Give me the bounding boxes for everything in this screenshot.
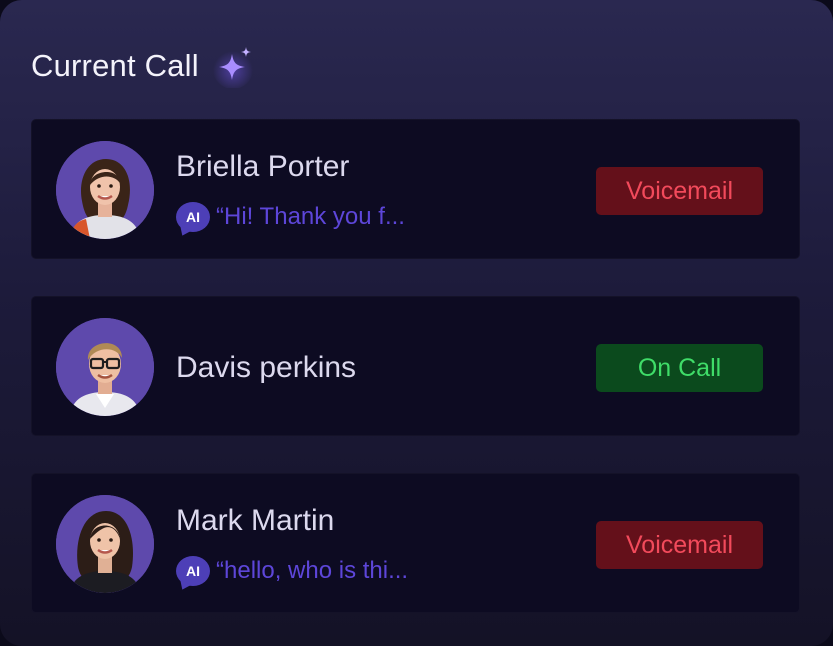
avatar bbox=[56, 318, 154, 416]
current-call-panel: Current Call Briella Porter AI “Hi! Than… bbox=[0, 0, 833, 646]
ai-chat-icon: AI bbox=[176, 556, 210, 586]
caller-name: Briella Porter bbox=[176, 150, 350, 183]
call-card[interactable]: Mark Martin AI “hello, who is thi... Voi… bbox=[31, 473, 800, 613]
ai-chat-icon: AI bbox=[176, 202, 210, 232]
ai-transcript-preview[interactable]: AI “Hi! Thank you f... bbox=[176, 202, 405, 232]
ai-transcript-preview[interactable]: AI “hello, who is thi... bbox=[176, 556, 408, 586]
status-badge-on-call[interactable]: On Call bbox=[596, 344, 763, 392]
call-card[interactable]: Davis perkins On Call bbox=[31, 296, 800, 436]
transcript-snippet: “hello, who is thi... bbox=[216, 557, 409, 584]
avatar bbox=[56, 495, 154, 593]
sparkle-icon bbox=[212, 47, 253, 88]
panel-header: Current Call bbox=[31, 40, 257, 92]
caller-name: Davis perkins bbox=[176, 351, 357, 384]
avatar bbox=[56, 141, 154, 239]
call-card[interactable]: Briella Porter AI “Hi! Thank you f... Vo… bbox=[31, 119, 800, 259]
transcript-snippet: “Hi! Thank you f... bbox=[216, 203, 405, 230]
status-badge-voicemail[interactable]: Voicemail bbox=[596, 521, 763, 569]
status-badge-voicemail[interactable]: Voicemail bbox=[596, 167, 763, 215]
panel-title: Current Call bbox=[31, 48, 199, 83]
caller-name: Mark Martin bbox=[176, 504, 335, 537]
